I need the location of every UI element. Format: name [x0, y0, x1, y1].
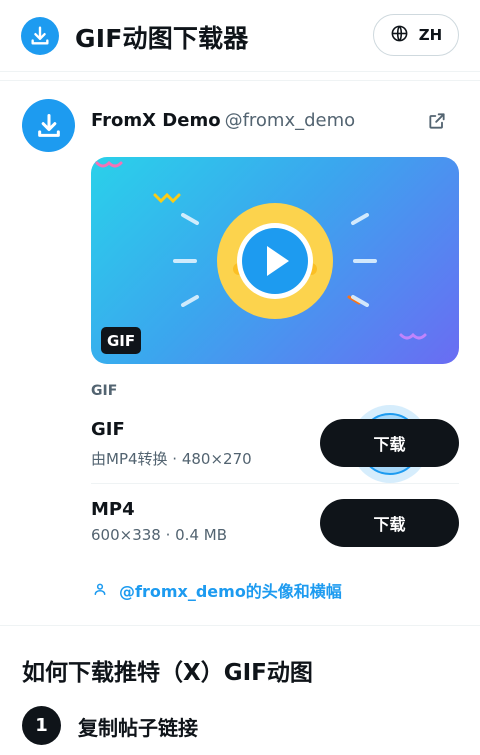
tweet-author: FromX Demo @fromx_demo [91, 110, 355, 131]
app-header: GIF动图下载器 ZH [0, 0, 480, 72]
divider [0, 80, 480, 81]
step-text: 复制帖子链接 [78, 716, 198, 740]
language-switch-button[interactable]: ZH [373, 14, 459, 56]
gif-badge: GIF [101, 327, 142, 354]
language-label: ZH [418, 26, 443, 44]
globe-icon [390, 24, 409, 47]
format-meta: 600×338 · 0.4 MB [91, 526, 227, 544]
avatar[interactable] [22, 99, 75, 152]
format-title: GIF [91, 419, 125, 440]
howto-title: 如何下载推特（X）GIF动图 [22, 660, 313, 686]
download-icon [21, 17, 59, 55]
download-button-label: 下载 [373, 435, 406, 454]
author-handle[interactable]: @fromx_demo [225, 110, 356, 131]
download-gif-button[interactable]: 下载 [320, 419, 459, 467]
download-button-label: 下载 [373, 515, 406, 534]
section-label: GIF [91, 383, 118, 399]
external-link-icon[interactable] [427, 111, 447, 131]
user-icon [93, 581, 107, 600]
author-display-name[interactable]: FromX Demo [91, 110, 221, 131]
download-mp4-button[interactable]: 下载 [320, 499, 459, 547]
divider [91, 483, 459, 484]
format-title: MP4 [91, 499, 135, 520]
profile-media-link[interactable]: @fromx_demo的头像和横幅 [93, 578, 342, 602]
format-meta: 由MP4转换 · 480×270 [91, 450, 252, 468]
media-preview[interactable] [91, 157, 459, 364]
divider [0, 625, 480, 626]
app-title: GIF动图下载器 [75, 24, 249, 53]
profile-link-label: @fromx_demo的头像和横幅 [119, 582, 342, 601]
step-number: 1 [22, 706, 61, 745]
